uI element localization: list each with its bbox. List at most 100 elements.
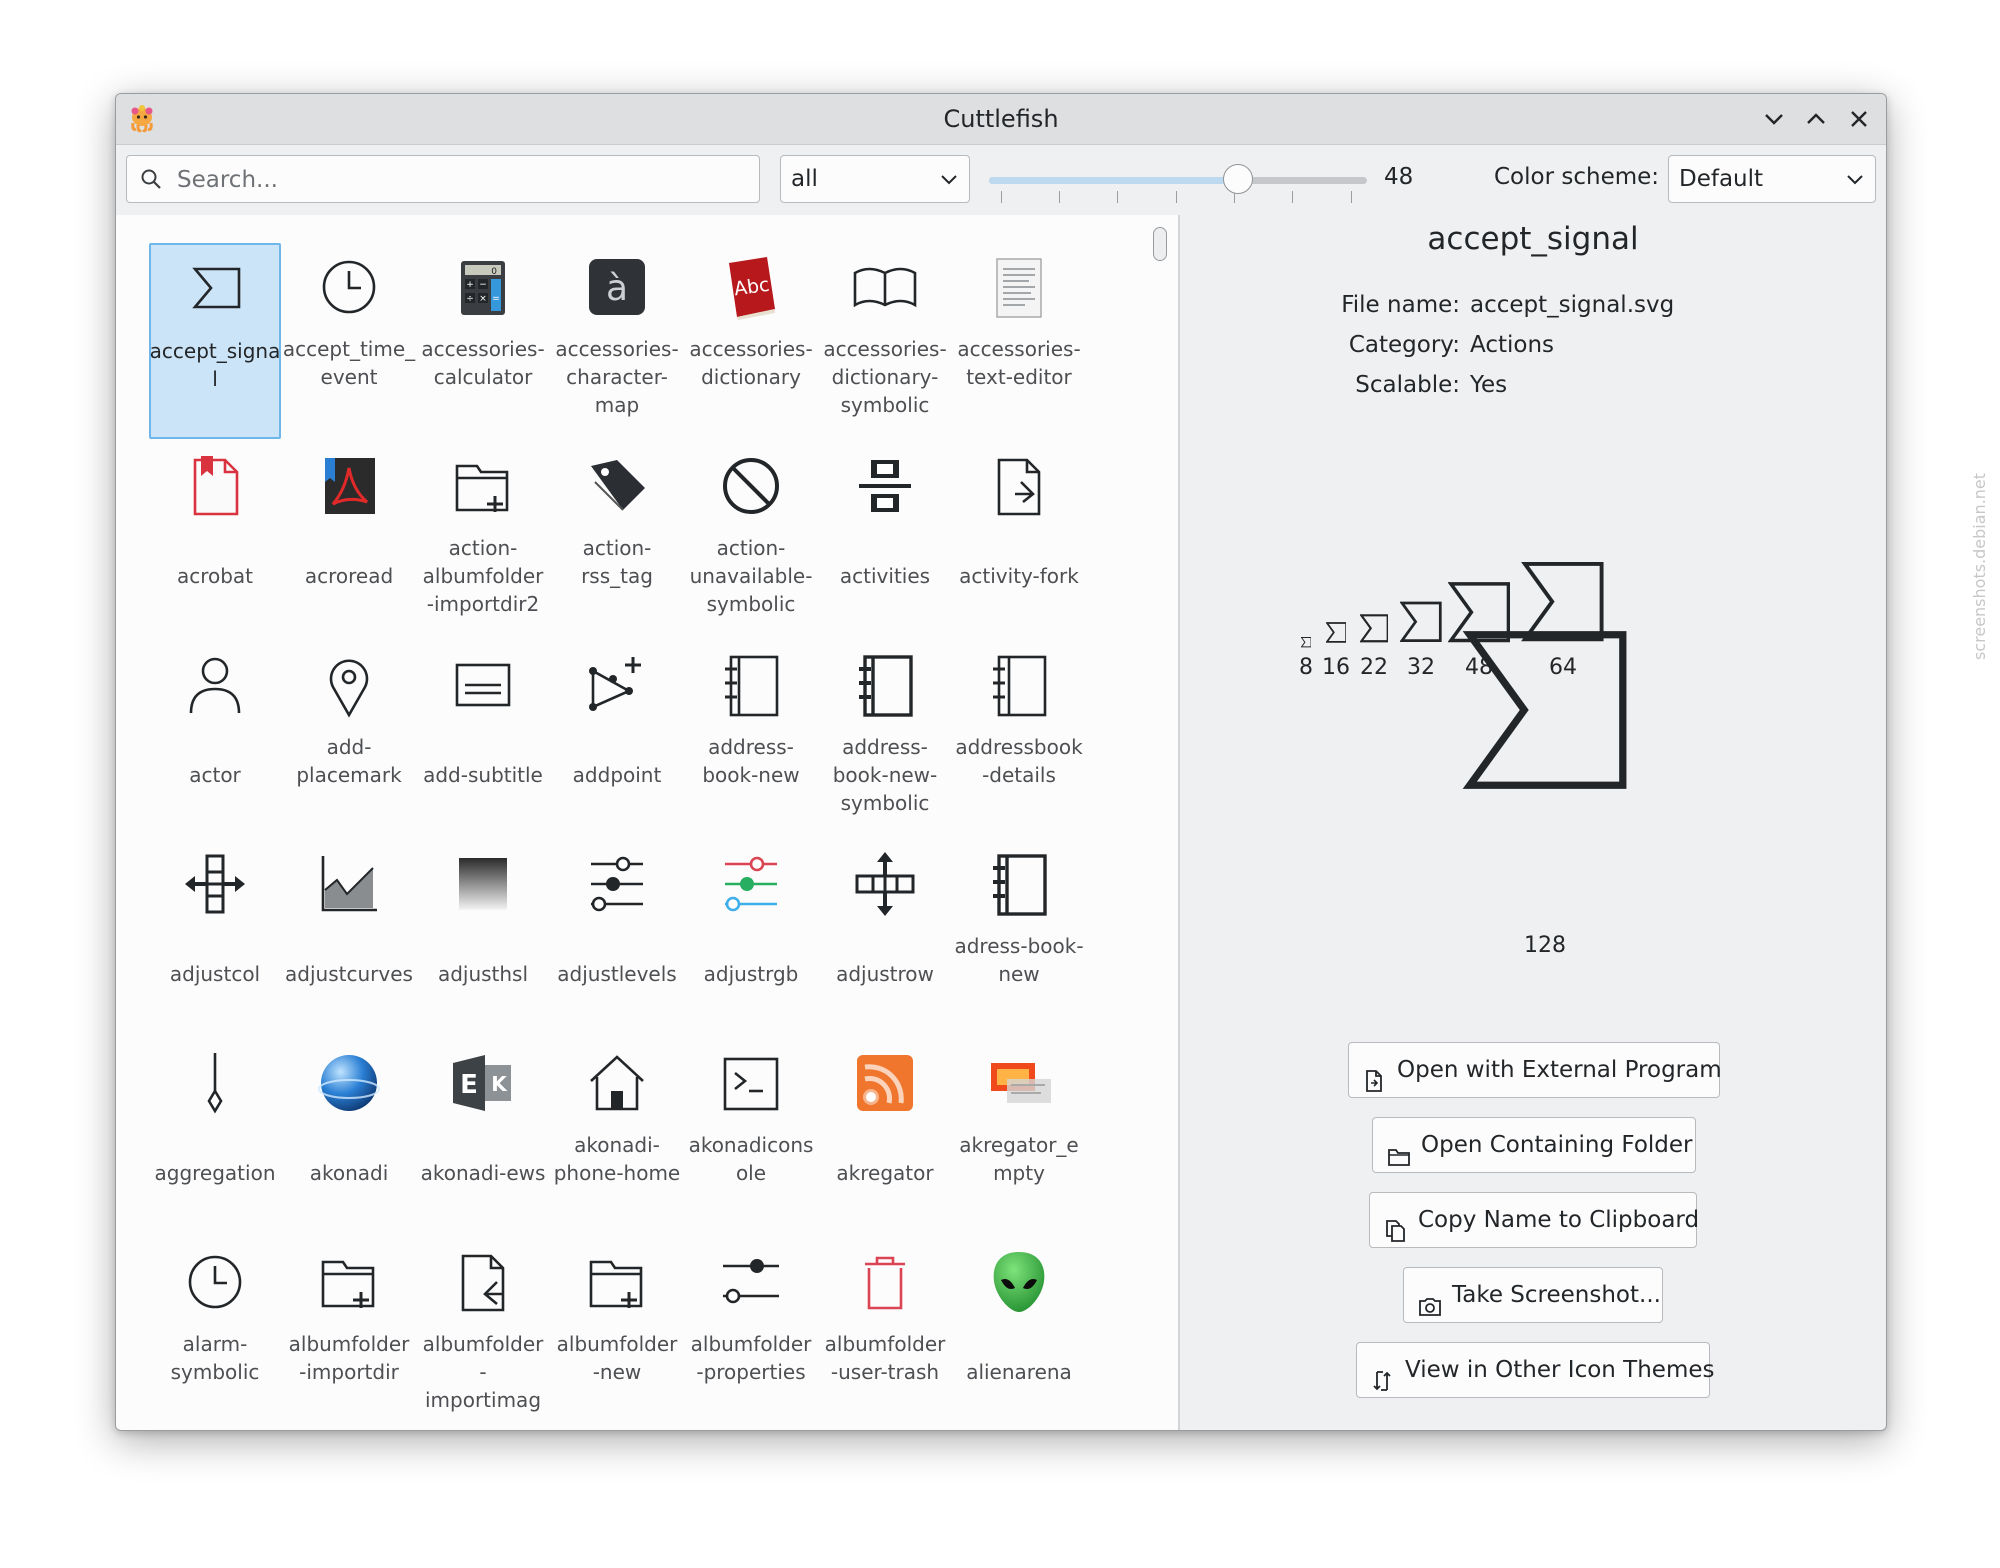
file-name-row: File name: accept_signal.svg: [1180, 285, 1886, 325]
folder-icon: [1387, 1134, 1411, 1188]
take-screenshot-button[interactable]: Take Screenshot...: [1403, 1267, 1663, 1323]
icon-grid-item[interactable]: adjusthsl: [417, 840, 549, 1036]
icon-grid-item[interactable]: address- book-new- symbolic: [819, 641, 951, 837]
icon-grid-item[interactable]: akregator_e mpty: [953, 1039, 1085, 1235]
icon-grid-item[interactable]: adjustrow: [819, 840, 951, 1036]
icon-grid-item[interactable]: action- unavailable- symbolic: [685, 442, 817, 638]
toolbar: all 48 Color scheme: Default: [116, 145, 1886, 209]
acroread-icon: [315, 452, 383, 520]
svg-text:=: =: [492, 294, 500, 304]
icon-grid-item-label: action- albumfolder -importdir2: [422, 536, 544, 616]
akregator-empty-icon: [985, 1049, 1053, 1117]
minimize-button[interactable]: [1758, 103, 1790, 135]
icon-grid-item-label: albumfolder -new: [556, 1332, 678, 1384]
size-label-128: 128: [1524, 933, 1566, 958]
maximize-button[interactable]: [1800, 103, 1832, 135]
rgb-sliders-icon: [717, 850, 785, 918]
icon-grid-item[interactable]: alarm- symbolic: [149, 1238, 281, 1430]
icon-grid-item[interactable]: akregator: [819, 1039, 951, 1235]
icon-grid-item[interactable]: activity-fork: [953, 442, 1085, 638]
scrollbar[interactable]: [1140, 215, 1178, 1430]
icon-grid-item[interactable]: albumfolder -properties: [685, 1238, 817, 1430]
icon-grid-item[interactable]: acrobat: [149, 442, 281, 638]
sigma-icon: [1399, 601, 1442, 643]
icon-grid-item[interactable]: adjustcol: [149, 840, 281, 1036]
icon-grid-item[interactable]: activities: [819, 442, 951, 638]
close-button[interactable]: [1843, 103, 1875, 135]
activities-icon: [851, 452, 919, 520]
color-scheme-combo[interactable]: Default: [1668, 155, 1876, 203]
icon-grid-item-label: adjustrgb: [703, 962, 799, 986]
addpoint-icon: [583, 651, 651, 719]
rss-feed-icon: [851, 1049, 919, 1117]
icon-grid-item[interactable]: adjustcurves: [283, 840, 415, 1036]
adjust-row-icon: [851, 850, 919, 918]
slider-tick: [1059, 191, 1060, 203]
icon-grid-item[interactable]: albumfolder -new: [551, 1238, 683, 1430]
icon-grid-item[interactable]: aggregation: [149, 1039, 281, 1235]
category-combo[interactable]: all: [780, 155, 970, 203]
icon-grid-item[interactable]: address- book-new: [685, 641, 817, 837]
icon-grid-item[interactable]: alienarena: [953, 1238, 1085, 1430]
address-book-details-icon: [985, 651, 1053, 719]
icon-grid-item[interactable]: 0 + − ÷ × = accessories- calculator: [417, 243, 549, 439]
icon-grid-item[interactable]: albumfolder - importimag: [417, 1238, 549, 1430]
icon-size-slider[interactable]: [989, 164, 1367, 207]
size-label: 32: [1407, 655, 1435, 680]
icon-grid-item[interactable]: Abc accessories- dictionary: [685, 243, 817, 439]
icon-grid-item-label: acroread: [304, 564, 394, 588]
icon-grid-item-label: accept_signa l: [149, 339, 281, 391]
take-screenshot-label: Take Screenshot...: [1452, 1282, 1661, 1308]
icon-grid-item[interactable]: E Kakonadi-ews: [417, 1039, 549, 1235]
address-book-bold-icon: [851, 651, 919, 719]
slider-handle[interactable]: [1223, 164, 1254, 194]
icon-grid-item[interactable]: addpoint: [551, 641, 683, 837]
icon-grid: accept_signa l accept_time_ event 0 + − ÷ × = ac…: [116, 215, 1140, 1430]
sigma-icon: [1462, 631, 1627, 789]
search-input[interactable]: [175, 156, 749, 204]
icon-grid-item[interactable]: acroread: [283, 442, 415, 638]
icon-grid-item[interactable]: accept_signa l: [149, 243, 281, 439]
icon-grid-item-label: akonadi: [309, 1161, 389, 1185]
icon-grid-item[interactable]: action- albumfolder -importdir2: [417, 442, 549, 638]
icon-grid-item[interactable]: à accessories- character- map: [551, 243, 683, 439]
icon-grid-item-label: albumfolder -user-trash: [824, 1332, 946, 1384]
chevron-down-icon: [1845, 169, 1865, 193]
icon-grid-item[interactable]: accept_time_ event: [283, 243, 415, 439]
icon-grid-item[interactable]: akonadi- phone-home: [551, 1039, 683, 1235]
icon-grid-item[interactable]: addressbook -details: [953, 641, 1085, 837]
icon-grid-item[interactable]: albumfolder -importdir: [283, 1238, 415, 1430]
open-external-program-button[interactable]: Open with External Program: [1348, 1042, 1722, 1098]
view-other-icon-themes-button[interactable]: View in Other Icon Themes: [1356, 1342, 1715, 1398]
akonadi-sphere-icon: [315, 1049, 383, 1117]
sigma-icon: [183, 255, 251, 323]
icon-grid-item-label: add- placemark: [296, 735, 402, 787]
person-icon: [181, 651, 249, 719]
icon-grid-item[interactable]: adress-book- new: [953, 840, 1085, 1036]
icon-grid-item[interactable]: accessories- text-editor: [953, 243, 1085, 439]
icon-grid-item-label: accessories- dictionary- symbolic: [823, 337, 947, 417]
icon-grid-item[interactable]: add- placemark: [283, 641, 415, 837]
icon-grid-item[interactable]: add-subtitle: [417, 641, 549, 837]
svg-text:E: E: [460, 1070, 478, 1100]
clock-icon: [315, 253, 383, 321]
icon-grid-item[interactable]: adjustlevels: [551, 840, 683, 1036]
icon-grid-item-label: akonadi-ews: [420, 1161, 546, 1185]
open-containing-folder-button[interactable]: Open Containing Folder: [1372, 1117, 1696, 1173]
icon-grid-item[interactable]: actor: [149, 641, 281, 837]
icon-name-title: accept_signal: [1427, 221, 1639, 257]
icon-grid-item[interactable]: akonadi: [283, 1039, 415, 1235]
search-box[interactable]: [126, 155, 760, 204]
trash-icon: [851, 1248, 919, 1316]
scrollbar-handle[interactable]: [1153, 227, 1167, 261]
dictionary-book-icon: Abc: [717, 253, 785, 321]
icon-grid-item[interactable]: accessories- dictionary- symbolic: [819, 243, 951, 439]
icon-grid-item-label: accept_time_ event: [282, 337, 416, 389]
icon-grid-item[interactable]: action- rss_tag: [551, 442, 683, 638]
icon-grid-item[interactable]: albumfolder -user-trash: [819, 1238, 951, 1430]
icon-grid-item[interactable]: akonadicons ole: [685, 1039, 817, 1235]
copy-name-button[interactable]: Copy Name to Clipboard: [1369, 1192, 1699, 1248]
icon-grid-item[interactable]: adjustrgb: [685, 840, 817, 1036]
color-scheme-label: Color scheme:: [1494, 164, 1660, 190]
document-open-icon: [1363, 1059, 1385, 1113]
